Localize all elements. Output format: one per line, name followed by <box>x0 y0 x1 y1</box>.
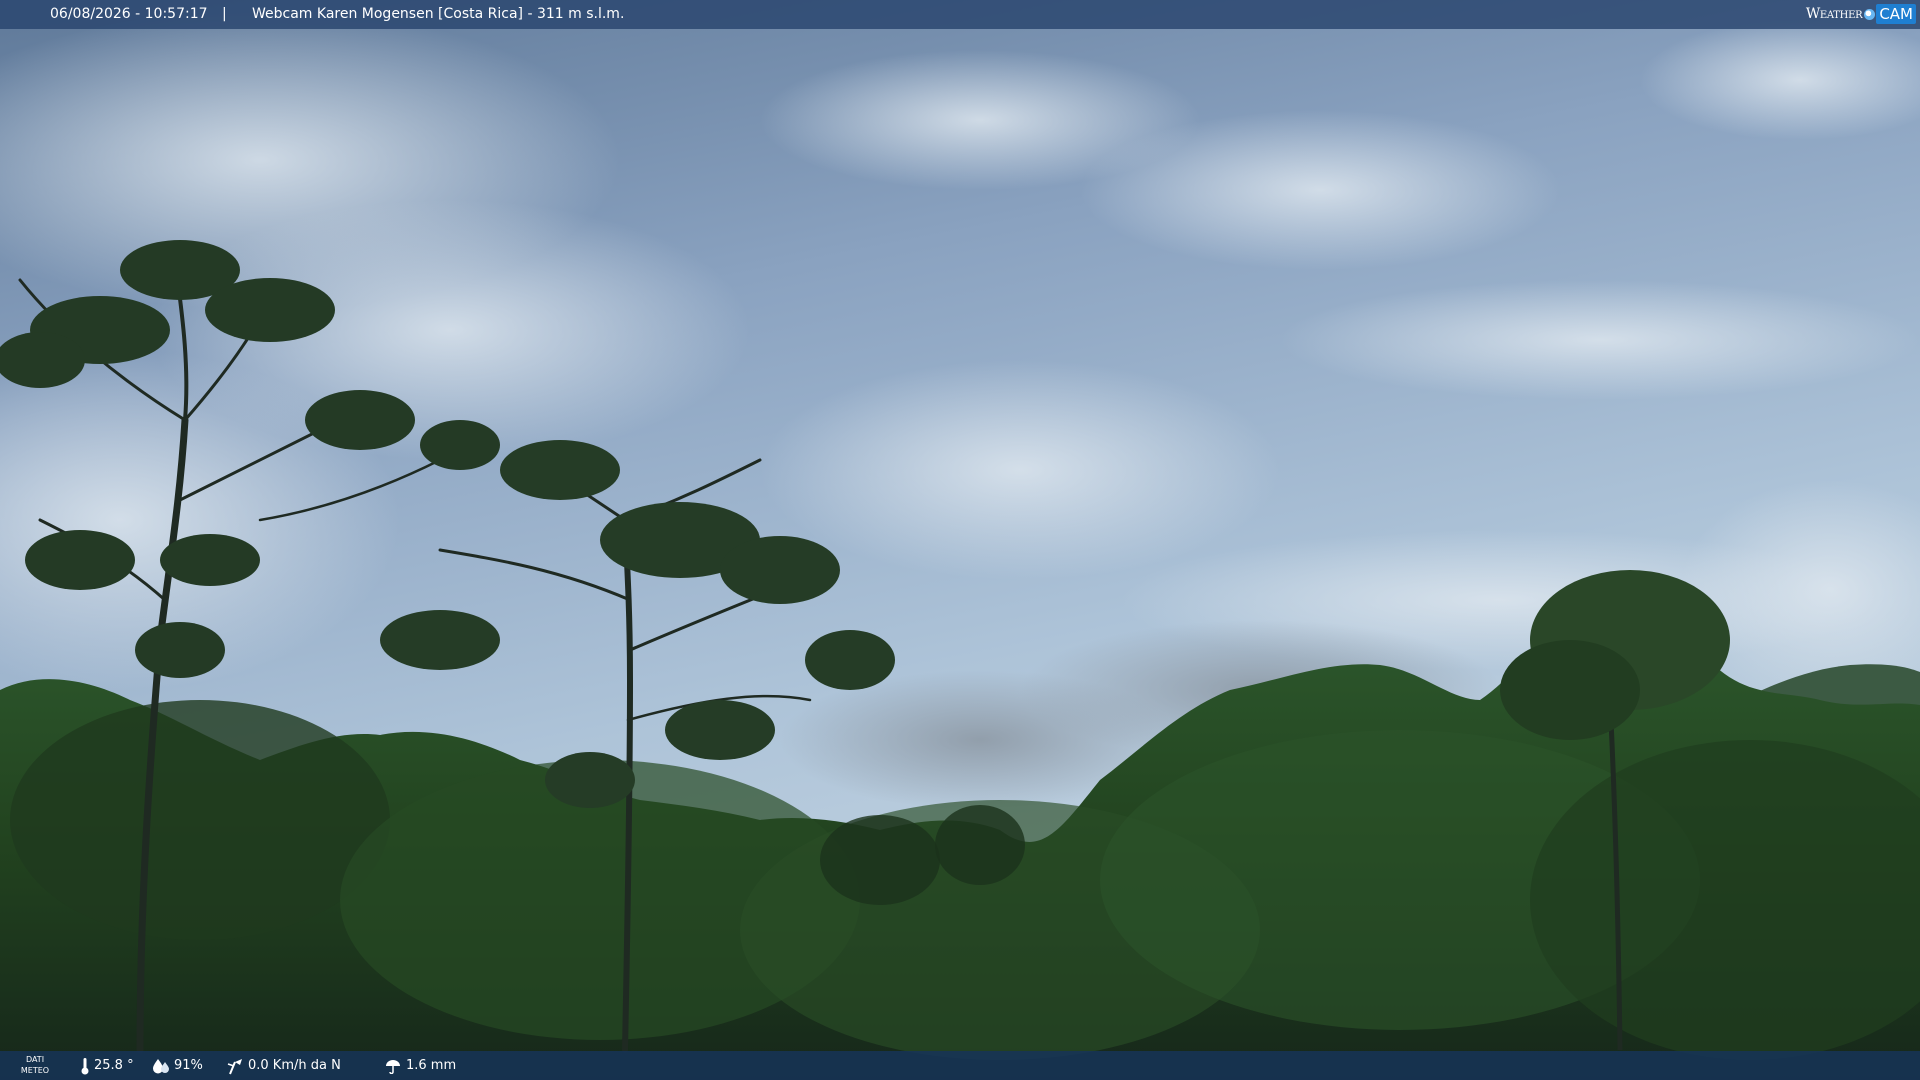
timestamp: 06/08/2026 - 10:57:17 <box>50 6 208 22</box>
weathercam-logo: Weather CAM <box>1806 2 1916 26</box>
thermometer-icon <box>81 1057 89 1074</box>
logo-word-cam: CAM <box>1876 4 1916 24</box>
rain-icon <box>386 1059 400 1074</box>
rain-reading: 1.6 mm <box>384 1051 456 1080</box>
wind-reading: 0.0 Km/h da N <box>226 1051 341 1080</box>
camera-lens-icon <box>1864 8 1876 20</box>
title-separator: | <box>222 6 227 22</box>
humidity-reading: 91% <box>152 1051 203 1080</box>
weather-data-bar: DATI METEO 25.8 ° 91% 0.0 Km/h da N 1.6 … <box>0 1051 1920 1080</box>
top-info-bar: 06/08/2026 - 10:57:17 | Webcam Karen Mog… <box>0 0 1920 29</box>
meteo-label-line1: DATI <box>25 1055 45 1064</box>
rain-value: 1.6 mm <box>406 1058 457 1073</box>
logo-word-weather: Weather <box>1805 5 1863 22</box>
temperature-reading: 25.8 ° <box>80 1051 134 1080</box>
temperature-value: 25.8 ° <box>94 1058 134 1073</box>
webcam-title: Webcam Karen Mogensen [Costa Rica] - 311… <box>252 6 625 22</box>
wind-value: 0.0 Km/h da N <box>248 1058 341 1073</box>
webcam-view: 06/08/2026 - 10:57:17 | Webcam Karen Mog… <box>0 0 1920 1080</box>
meteo-label-line2: METEO <box>20 1066 50 1075</box>
meteo-label: DATI METEO <box>19 1054 51 1076</box>
webcam-image <box>0 0 1920 1080</box>
humidity-value: 91% <box>174 1058 203 1073</box>
wind-vane-icon <box>227 1058 242 1074</box>
drop-icon <box>153 1058 169 1073</box>
